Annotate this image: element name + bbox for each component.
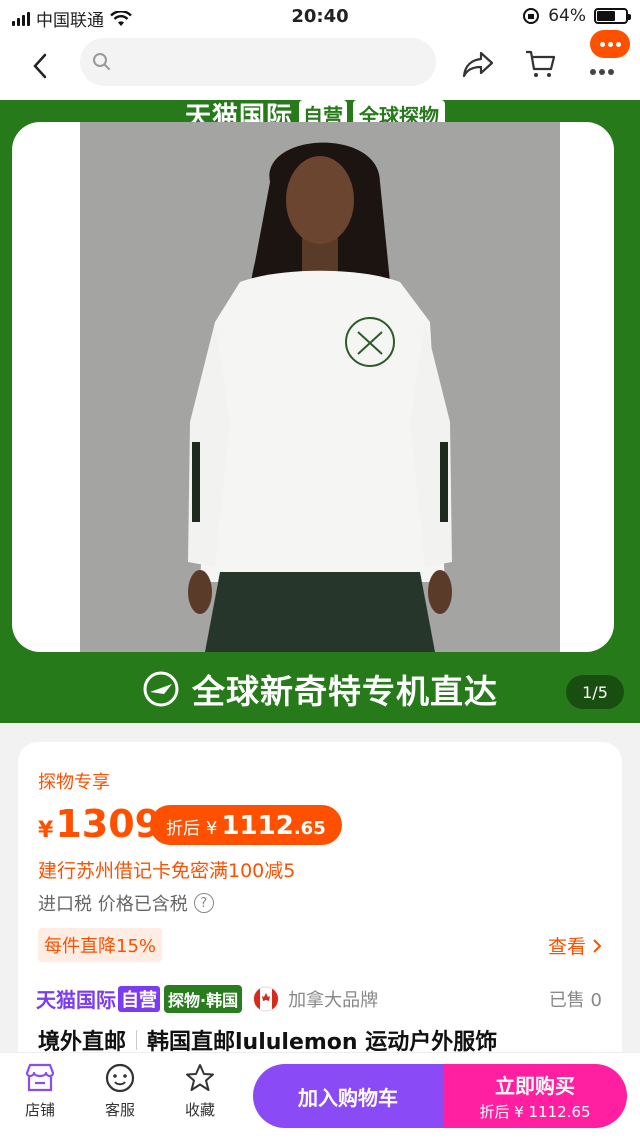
search-box[interactable]	[80, 38, 436, 86]
battery-percent: 64%	[548, 6, 586, 26]
price-symbol: ¥	[38, 818, 54, 843]
view-more-link[interactable]: 查看	[548, 932, 602, 959]
store-icon	[23, 1061, 57, 1095]
page-indicator: 1/5	[566, 675, 624, 709]
hero-slogan: 全球新奇特专机直达	[192, 672, 498, 711]
brand-origin: 加拿大品牌	[288, 989, 379, 1011]
service-tab[interactable]: 客服	[90, 1061, 150, 1120]
top-nav	[0, 30, 640, 100]
discount-dec: .65	[293, 818, 326, 839]
title-divider	[136, 1030, 138, 1050]
chevron-left-icon	[33, 53, 47, 79]
tax-info[interactable]: 进口税 价格已含税 ?	[38, 890, 214, 916]
tmall-global-logo: 天猫国际 自营	[36, 984, 160, 1013]
view-more-label: 查看	[547, 936, 586, 958]
favorite-label: 收藏	[184, 1101, 215, 1119]
buy-now-button[interactable]: 立即购买 折后 ¥ 1112.65	[443, 1064, 627, 1128]
explore-korea-tag: 探物·韩国	[164, 984, 243, 1013]
share-icon	[462, 51, 494, 78]
add-to-cart-button[interactable]: 加入购物车	[253, 1064, 443, 1128]
search-input[interactable]	[120, 53, 420, 71]
price-value: 1309	[55, 802, 162, 846]
buy-now-label: 立即购买	[495, 1074, 575, 1098]
exclusive-label: 探物专享	[38, 772, 110, 793]
rotation-lock-icon	[523, 8, 540, 24]
more-dots-icon	[590, 69, 614, 75]
discount-price-pill: 折后 ¥ 1112 .65	[150, 805, 342, 845]
customer-service-icon	[103, 1061, 137, 1095]
plane-icon	[143, 671, 179, 707]
product-gallery[interactable]: 天猫国际 自营 全球探物 全球新奇特专机直达 1/5	[0, 100, 640, 723]
tmall-brand: 天猫国际	[36, 988, 116, 1012]
store-tab[interactable]: 店铺	[10, 1061, 70, 1120]
sold-count: 已售 0	[548, 989, 602, 1011]
battery-icon	[594, 8, 631, 24]
back-button[interactable]	[20, 48, 60, 84]
cart-icon	[526, 50, 556, 77]
buy-now-price: 折后 ¥ 1112.65	[479, 1103, 591, 1121]
share-button[interactable]	[458, 44, 498, 84]
canada-flag-icon	[252, 986, 280, 1011]
bank-promo[interactable]: 建行苏州借记卡免密满100减5	[38, 856, 295, 883]
price: ¥ 1309	[38, 802, 161, 846]
hero-frame	[12, 122, 614, 652]
status-bar: 中国联通 20:40 64%	[0, 0, 640, 34]
more-button[interactable]	[582, 52, 622, 92]
cart-button[interactable]	[520, 44, 560, 84]
favorite-tab[interactable]: 收藏	[170, 1061, 230, 1120]
hero-footer: 全球新奇特专机直达	[0, 655, 640, 723]
shop-row: 天猫国际 自营 探物·韩国 加拿大品牌 已售 0	[36, 984, 602, 1013]
chevron-right-icon	[593, 938, 602, 953]
tmall-self-badge: 自营	[118, 985, 160, 1012]
battery-fill	[597, 11, 615, 21]
discount-int: 1112	[221, 811, 294, 841]
question-icon: ?	[193, 893, 214, 913]
discount-symbol: ¥	[206, 818, 218, 839]
service-label: 客服	[104, 1101, 135, 1119]
star-icon	[183, 1061, 217, 1095]
model-illustration	[80, 122, 560, 652]
status-right: 64%	[522, 6, 631, 26]
bottom-action-bar: 店铺 客服 收藏 加入购物车 立即购买 折后 ¥ 1112.65	[0, 1052, 640, 1138]
discount-label: 折后	[166, 819, 200, 839]
product-photo	[80, 122, 560, 652]
tax-label: 进口税 价格已含税	[38, 894, 188, 915]
message-badge[interactable]	[590, 30, 630, 58]
search-icon	[93, 53, 110, 70]
add-to-cart-label: 加入购物车	[298, 1085, 398, 1110]
per-item-discount-tag: 每件直降15%	[38, 928, 163, 962]
store-label: 店铺	[24, 1101, 55, 1119]
